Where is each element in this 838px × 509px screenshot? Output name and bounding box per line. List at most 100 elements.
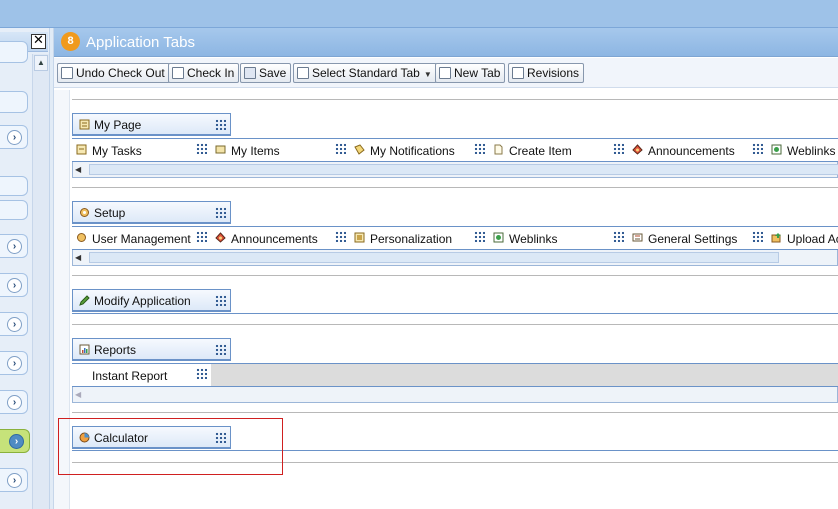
title-bar: 8 Application Tabs bbox=[54, 28, 838, 57]
task-icon bbox=[76, 144, 87, 155]
sidebar-item[interactable] bbox=[0, 200, 28, 220]
sidebar-scrollbar[interactable]: ▲ bbox=[32, 54, 49, 509]
tab-item-label: My Items bbox=[231, 144, 280, 158]
chevron-right-icon: › bbox=[9, 434, 24, 449]
sidebar-item-active[interactable]: › bbox=[0, 429, 30, 453]
tab-item[interactable]: Instant Report bbox=[72, 364, 211, 386]
scroll-left-icon[interactable]: ◀ bbox=[75, 389, 87, 400]
tab-item-label: User Management bbox=[92, 232, 191, 246]
selection-highlight bbox=[58, 418, 283, 475]
group-modify-application[interactable]: Modify Application bbox=[72, 289, 231, 312]
items-icon bbox=[215, 145, 226, 154]
drag-handle-icon[interactable] bbox=[474, 231, 485, 242]
drag-handle-icon[interactable] bbox=[196, 143, 207, 154]
sidebar-item[interactable]: › bbox=[0, 312, 28, 336]
tab-item-label: General Settings bbox=[648, 232, 738, 246]
tab-item[interactable]: Announcements bbox=[211, 227, 350, 249]
tab-item[interactable]: My Tasks bbox=[72, 139, 211, 161]
tab-item-label: Weblinks bbox=[509, 232, 558, 246]
divider bbox=[72, 412, 838, 413]
drag-handle-icon[interactable] bbox=[752, 231, 763, 242]
drag-handle-icon[interactable] bbox=[215, 207, 226, 218]
sidebar-item[interactable] bbox=[0, 91, 28, 113]
tab-item[interactable]: Create Item bbox=[489, 139, 628, 161]
drag-handle-icon[interactable] bbox=[752, 143, 763, 154]
chevron-right-icon: › bbox=[7, 473, 22, 488]
revisions-icon bbox=[512, 67, 524, 79]
sidebar-item[interactable]: › bbox=[0, 468, 28, 492]
horizontal-scrollbar[interactable]: ◀ bbox=[72, 162, 838, 178]
tab-item-label: Instant Report bbox=[92, 369, 168, 383]
announcements-icon bbox=[215, 232, 226, 243]
tab-item[interactable]: User Management bbox=[72, 227, 211, 249]
drag-handle-icon[interactable] bbox=[196, 368, 207, 379]
scroll-thumb[interactable] bbox=[89, 252, 779, 263]
drag-handle-icon[interactable] bbox=[613, 231, 624, 242]
group-setup[interactable]: Setup bbox=[72, 201, 231, 224]
undo-check-out-label: Undo Check Out bbox=[76, 66, 165, 80]
setup-items: User Management Announcements Personaliz… bbox=[72, 226, 838, 250]
check-in-button[interactable]: Check In bbox=[168, 63, 240, 83]
my-page-items: My Tasks My Items My Notifications Creat… bbox=[72, 138, 838, 162]
sidebar-item[interactable]: › bbox=[0, 125, 28, 149]
revisions-button[interactable]: Revisions bbox=[508, 63, 585, 83]
weblinks-icon bbox=[771, 144, 782, 155]
pencil-icon bbox=[79, 295, 90, 306]
scroll-thumb[interactable] bbox=[89, 164, 838, 175]
upload-icon bbox=[771, 233, 781, 243]
sidebar-item[interactable]: › bbox=[0, 234, 28, 258]
setup-icon bbox=[80, 208, 89, 217]
report-icon bbox=[79, 344, 90, 355]
divider bbox=[72, 275, 838, 276]
select-standard-tab-label: Select Standard Tab bbox=[312, 66, 420, 80]
tab-item[interactable]: Upload Ac bbox=[767, 227, 838, 249]
group-underline bbox=[72, 313, 838, 314]
tab-item-label: Personalization bbox=[370, 232, 453, 246]
save-button[interactable]: Save bbox=[240, 63, 292, 83]
horizontal-scrollbar[interactable]: ◀ bbox=[72, 250, 838, 266]
drag-handle-icon[interactable] bbox=[335, 231, 346, 242]
revisions-label: Revisions bbox=[527, 66, 580, 80]
scroll-up-icon[interactable]: ▲ bbox=[34, 55, 48, 71]
sidebar-item[interactable] bbox=[0, 176, 28, 196]
group-my-page[interactable]: My Page bbox=[72, 113, 231, 136]
tab-item[interactable]: Weblinks bbox=[489, 227, 628, 249]
sidebar-item[interactable]: › bbox=[0, 351, 28, 375]
close-icon[interactable]: ✕ bbox=[31, 34, 46, 49]
user-management-icon bbox=[77, 233, 86, 242]
drag-handle-icon[interactable] bbox=[215, 344, 226, 355]
scroll-left-icon[interactable]: ◀ bbox=[75, 252, 87, 263]
save-icon bbox=[244, 67, 256, 79]
sidebar-item[interactable]: › bbox=[0, 390, 28, 414]
drag-handle-icon[interactable] bbox=[613, 143, 624, 154]
tab-item[interactable]: Announcements bbox=[628, 139, 767, 161]
group-reports[interactable]: Reports bbox=[72, 338, 231, 361]
tab-item[interactable]: My Notifications bbox=[350, 139, 489, 161]
drag-handle-icon[interactable] bbox=[215, 119, 226, 130]
sidebar-item[interactable] bbox=[0, 41, 28, 63]
my-page-icon bbox=[79, 119, 90, 130]
undo-check-out-button[interactable]: Undo Check Out bbox=[57, 63, 170, 83]
sidebar-item[interactable]: › bbox=[0, 273, 28, 297]
drag-handle-icon[interactable] bbox=[196, 231, 207, 242]
tab-item-label: Announcements bbox=[231, 232, 318, 246]
tab-item-label: Announcements bbox=[648, 144, 735, 158]
tab-item[interactable]: My Items bbox=[211, 139, 350, 161]
undo-checkout-icon bbox=[61, 67, 73, 79]
select-standard-tab-dropdown[interactable]: Select Standard Tab ▼ bbox=[293, 63, 437, 83]
tab-item[interactable]: Personalization bbox=[350, 227, 489, 249]
tab-item-label: Create Item bbox=[509, 144, 572, 158]
new-tab-icon bbox=[439, 67, 451, 79]
new-tab-button[interactable]: New Tab bbox=[435, 63, 506, 83]
drag-handle-icon[interactable] bbox=[215, 295, 226, 306]
document-icon bbox=[494, 144, 503, 155]
step-badge: 8 bbox=[61, 32, 80, 51]
tab-item[interactable]: Weblinks bbox=[767, 139, 838, 161]
horizontal-scrollbar[interactable]: ◀ bbox=[72, 387, 838, 403]
scroll-left-icon[interactable]: ◀ bbox=[75, 164, 87, 175]
chevron-down-icon: ▼ bbox=[423, 70, 432, 79]
drag-handle-icon[interactable] bbox=[474, 143, 485, 154]
chevron-right-icon: › bbox=[7, 130, 22, 145]
drag-handle-icon[interactable] bbox=[335, 143, 346, 154]
tab-item[interactable]: General Settings bbox=[628, 227, 767, 249]
